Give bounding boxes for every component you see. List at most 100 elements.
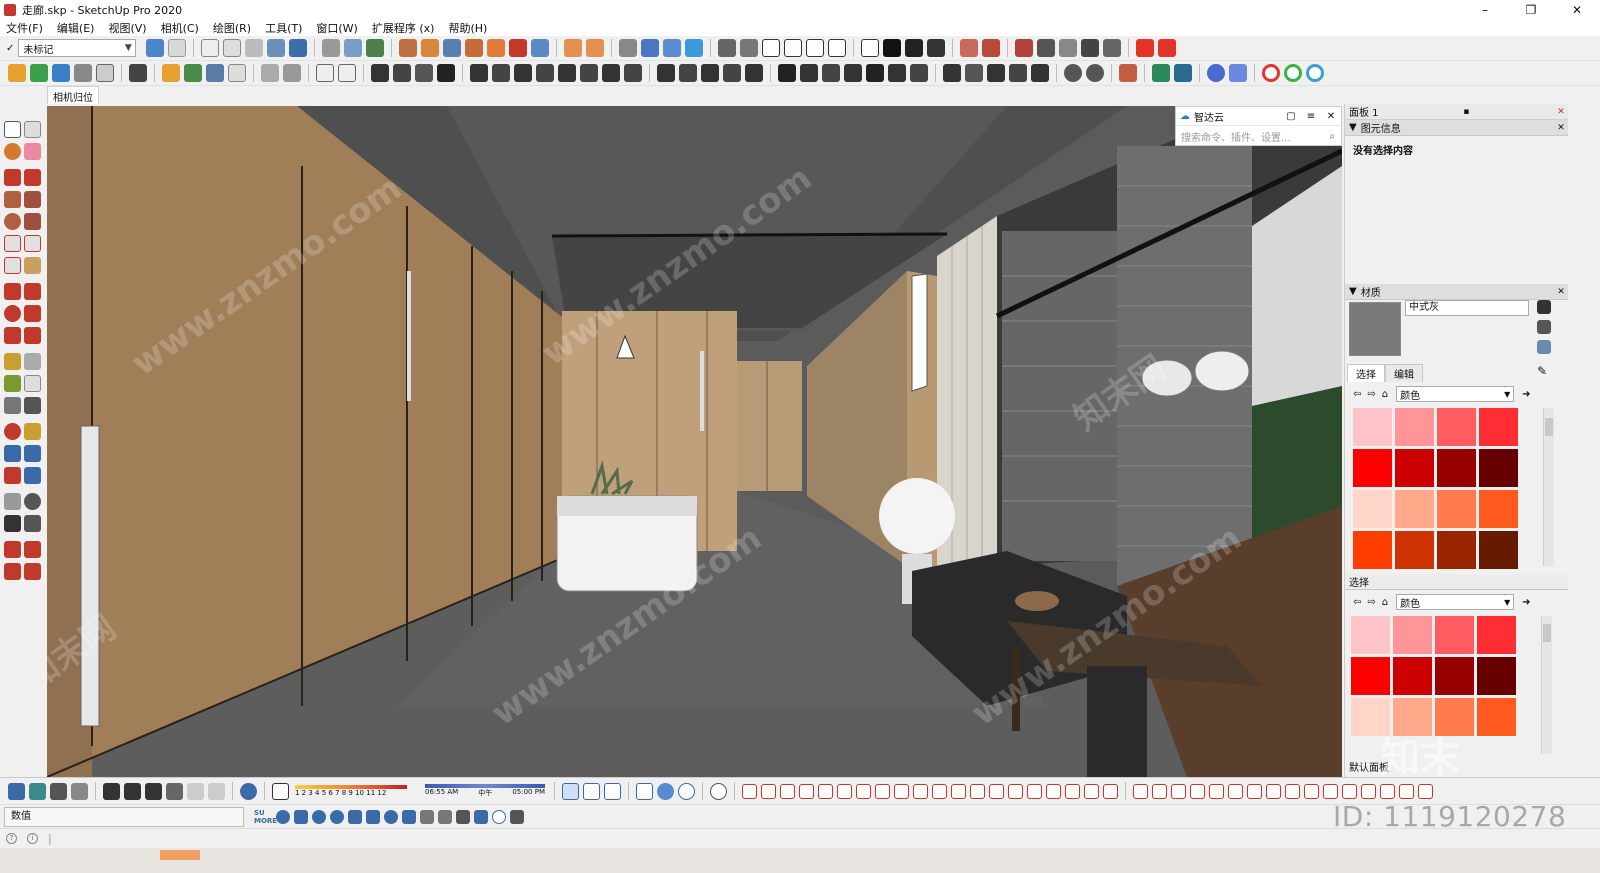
book-icon[interactable] xyxy=(740,39,759,57)
loop-icon[interactable] xyxy=(580,64,598,82)
arc-icon[interactable] xyxy=(514,64,532,82)
match-photo-icon[interactable] xyxy=(1103,39,1122,57)
eyedropper-icon[interactable]: ✎ xyxy=(1537,364,1547,378)
fog-icon[interactable] xyxy=(1081,39,1100,57)
menu-draw[interactable]: 绘图(R) xyxy=(213,20,251,36)
sandbox-smoove-icon[interactable] xyxy=(562,782,579,800)
plugin-red-19-icon[interactable] xyxy=(1084,783,1099,799)
shaded-textures-icon[interactable] xyxy=(289,39,308,57)
refresh-icon[interactable] xyxy=(30,64,48,82)
credits-icon[interactable]: i xyxy=(27,833,38,844)
walk-icon[interactable] xyxy=(4,515,21,532)
material-swatch[interactable] xyxy=(1477,616,1516,654)
rotated-rect-icon[interactable] xyxy=(24,191,41,208)
plugin-red-28-icon[interactable] xyxy=(1266,783,1281,799)
details-arrow-icon[interactable]: ➜ xyxy=(1522,597,1530,608)
hump-icon[interactable] xyxy=(778,64,796,82)
arc-2-icon[interactable] xyxy=(24,235,41,252)
sandbox-drape-icon[interactable] xyxy=(604,782,621,800)
stairs-icon[interactable] xyxy=(261,64,279,82)
pencil-icon[interactable] xyxy=(322,39,341,57)
cube-rotate-icon[interactable] xyxy=(663,39,682,57)
materials-header[interactable]: ▼ 材质 ✕ xyxy=(1345,284,1568,300)
sandbox-stamp-icon[interactable] xyxy=(583,782,600,800)
pin-icon[interactable]: ▪ xyxy=(1459,107,1473,117)
sandbox-icon[interactable] xyxy=(399,39,418,57)
sound-icon[interactable] xyxy=(228,64,246,82)
tag-dropdown[interactable]: 未标记 ▼ xyxy=(18,39,137,57)
plugin-red-2-icon[interactable] xyxy=(761,783,776,799)
layout-icon[interactable] xyxy=(8,782,25,800)
minimize-button[interactable]: – xyxy=(1462,0,1508,19)
plugin-red-16-icon[interactable] xyxy=(1027,783,1042,799)
material-swatch[interactable] xyxy=(1435,657,1474,695)
material-swatch[interactable] xyxy=(1435,616,1474,654)
close-icon[interactable]: ✕ xyxy=(1321,111,1341,122)
brush-icon[interactable] xyxy=(1031,64,1049,82)
comb-icon[interactable] xyxy=(888,64,906,82)
plugin-red-15-icon[interactable] xyxy=(1008,783,1023,799)
panel-icon[interactable] xyxy=(987,64,1005,82)
cube-outline-icon[interactable] xyxy=(420,809,434,824)
table-icon[interactable] xyxy=(905,39,924,57)
view-2-icon[interactable] xyxy=(124,782,141,800)
cloud-sync-icon[interactable] xyxy=(1229,64,1247,82)
fill-icon[interactable] xyxy=(745,64,763,82)
plugin-red-25-icon[interactable] xyxy=(1209,783,1224,799)
plugin-red-20-icon[interactable] xyxy=(1103,783,1118,799)
maximize-button[interactable]: ❐ xyxy=(1508,0,1554,19)
car-icon[interactable] xyxy=(52,64,70,82)
arc-3-icon[interactable] xyxy=(4,257,21,274)
zoom-icon[interactable] xyxy=(4,445,21,462)
scene-tab-camera-home[interactable]: 相机归位 xyxy=(47,86,99,104)
view-4-icon[interactable] xyxy=(166,782,183,800)
solid-tool-icon[interactable] xyxy=(531,39,550,57)
export-icon[interactable] xyxy=(487,39,506,57)
measurements-box[interactable]: 数值 xyxy=(4,806,244,827)
outliner-icon[interactable] xyxy=(1037,39,1056,57)
red-ring-icon[interactable] xyxy=(1262,64,1280,82)
component-icon[interactable] xyxy=(443,39,462,57)
material-swatch[interactable] xyxy=(1393,616,1432,654)
shadow-toggle-icon[interactable] xyxy=(272,782,289,800)
model-icon[interactable] xyxy=(927,39,946,57)
style-icon[interactable] xyxy=(1015,39,1034,57)
cube-blue-icon[interactable] xyxy=(641,39,660,57)
wireframe-icon[interactable] xyxy=(223,39,242,57)
paint-bucket-icon[interactable] xyxy=(4,143,21,160)
text-tool-icon[interactable] xyxy=(24,375,41,392)
weld-icon[interactable] xyxy=(679,64,697,82)
library-dropdown[interactable]: 颜色 ▼ xyxy=(1396,386,1515,402)
curve-icon[interactable] xyxy=(536,64,554,82)
push-pull-icon[interactable] xyxy=(24,283,41,300)
camera-icon[interactable] xyxy=(96,64,114,82)
spline-icon[interactable] xyxy=(602,64,620,82)
tab-edit[interactable]: 编辑 xyxy=(1385,364,1423,382)
grid-icon[interactable] xyxy=(861,39,880,57)
plugin-red-34-icon[interactable] xyxy=(1380,783,1395,799)
plugin-red-17-icon[interactable] xyxy=(1046,783,1061,799)
puzzle-icon[interactable] xyxy=(366,809,380,824)
cubes-icon[interactable] xyxy=(438,809,452,824)
rail-icon[interactable] xyxy=(283,64,301,82)
material-name-field[interactable]: 中式灰 xyxy=(1405,300,1529,316)
components-icon[interactable] xyxy=(456,809,470,824)
text-icon[interactable] xyxy=(338,64,356,82)
spiral-icon[interactable] xyxy=(844,64,862,82)
plugin-red-24-icon[interactable] xyxy=(1190,783,1205,799)
tree-icon[interactable] xyxy=(184,64,202,82)
box-view-icon[interactable] xyxy=(146,39,165,57)
menu-camera[interactable]: 相机(C) xyxy=(161,20,199,36)
pie-icon[interactable] xyxy=(24,257,41,274)
material-swatch[interactable] xyxy=(1353,449,1392,487)
material-swatch[interactable] xyxy=(1353,490,1392,528)
entity-info-header[interactable]: ▼ 图元信息 ✕ xyxy=(1345,120,1568,136)
dvd-icon[interactable] xyxy=(1064,64,1082,82)
plugin-red-35-icon[interactable] xyxy=(1399,783,1414,799)
select2-header[interactable]: 选择 xyxy=(1345,574,1568,590)
hatch-icon[interactable] xyxy=(624,64,642,82)
shade-icon[interactable] xyxy=(1537,340,1551,354)
render-icon[interactable] xyxy=(206,64,224,82)
menu-view[interactable]: 视图(V) xyxy=(108,20,146,36)
close-icon[interactable]: ✕ xyxy=(1554,107,1568,117)
